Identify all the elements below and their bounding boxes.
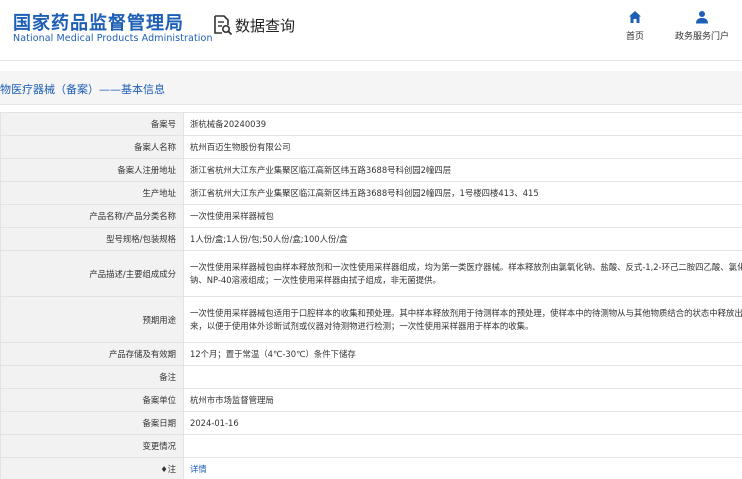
page-heading-text: 数据查询 xyxy=(235,16,296,35)
field-value xyxy=(183,365,742,389)
nav-home[interactable]: 首页 xyxy=(626,10,644,42)
pin-icon: ♦ xyxy=(160,465,168,474)
table-row: 备案人名称 杭州百迈生物股份有限公司 xyxy=(0,135,742,159)
field-label: 备注 xyxy=(0,365,184,389)
logo-cn[interactable]: 国家药品监督管理局 xyxy=(13,9,184,35)
field-value xyxy=(183,434,742,458)
field-label: 变更情况 xyxy=(0,434,184,458)
field-value: 12个月；置于常温（4℃-30℃）条件下储存 xyxy=(183,342,742,366)
field-value: 1人份/盒;1人份/包;50人份/盒;100人份/盒 xyxy=(183,227,742,251)
nav-service-portal[interactable]: 政务服务门户 xyxy=(675,10,729,42)
home-icon xyxy=(629,11,641,23)
table-row: 产品存储及有效期 12个月；置于常温（4℃-30℃）条件下储存 xyxy=(0,342,742,366)
field-value: 一次性使用采样器械包适用于口腔样本的收集和预处理。其中样本释放剂用于待测样本的预… xyxy=(183,296,742,343)
field-value: 一次性使用采样器械包 xyxy=(183,204,742,228)
field-label: 备案人名称 xyxy=(0,135,184,159)
table-row: 备案人注册地址 浙江省杭州大江东产业集聚区临江高新区纬五路3688号科创园2幢四… xyxy=(0,158,742,182)
details-link[interactable]: 详情 xyxy=(190,464,207,474)
table-row: 备案日期 2024-01-16 xyxy=(0,411,742,435)
field-value: 详情 xyxy=(183,457,742,479)
table-row: 备案单位 杭州市市场监督管理局 xyxy=(0,388,742,412)
field-label: 型号规格/包装规格 xyxy=(0,227,184,251)
field-label: 备案号 xyxy=(0,112,184,136)
field-label: 备案日期 xyxy=(0,411,184,435)
document-search-icon xyxy=(214,15,233,36)
table-row: ♦注 详情 xyxy=(0,457,742,479)
field-label-note: ♦注 xyxy=(0,457,184,479)
field-value: 一次性使用采样器械包由样本释放剂和一次性使用采样器组成，均为第一类医疗器械。样本… xyxy=(183,250,742,297)
table-row: 备案号 浙杭械备20240039 xyxy=(0,112,742,136)
user-icon xyxy=(696,11,708,24)
field-label: 备案人注册地址 xyxy=(0,158,184,182)
field-value: 浙杭械备20240039 xyxy=(183,112,742,136)
table-row: 型号规格/包装规格 1人份/盒;1人份/包;50人份/盒;100人份/盒 xyxy=(0,227,742,251)
field-value: 浙江省杭州大江东产业集聚区临江高新区纬五路3688号科创园2幢四层 xyxy=(183,158,742,182)
field-value: 杭州百迈生物股份有限公司 xyxy=(183,135,742,159)
section-header: 物医疗器械（备案）——基本信息 xyxy=(0,71,742,105)
nav-service-portal-label: 政务服务门户 xyxy=(675,32,730,42)
field-label: 生产地址 xyxy=(0,181,184,205)
site-header: 国家药品监督管理局 National Medical Products Admi… xyxy=(0,0,742,60)
section-title: 物医疗器械（备案）——基本信息 xyxy=(0,83,165,96)
field-value: 杭州市市场监督管理局 xyxy=(183,388,742,412)
table-row: 生产地址 浙江省杭州大江东产业集聚区临江高新区纬五路3688号科创园2幢四层，1… xyxy=(0,181,742,205)
field-label: 产品存储及有效期 xyxy=(0,342,184,366)
page-heading: 数据查询 xyxy=(213,14,295,36)
field-label-text: 注 xyxy=(167,464,176,474)
table-row: 预期用途 一次性使用采样器械包适用于口腔样本的收集和预处理。其中样本释放剂用于待… xyxy=(0,296,742,343)
field-label: 预期用途 xyxy=(0,296,184,343)
header-divider xyxy=(0,60,742,61)
logo-en[interactable]: National Medical Products Administration xyxy=(13,33,213,44)
record-detail-table: 备案号 浙杭械备20240039 备案人名称 杭州百迈生物股份有限公司 备案人注… xyxy=(0,112,742,479)
table-row: 产品名称/产品分类名称 一次性使用采样器械包 xyxy=(0,204,742,228)
field-value: 浙江省杭州大江东产业集聚区临江高新区纬五路3688号科创园2幢四层，1号楼四楼4… xyxy=(183,181,742,205)
table-row: 产品描述/主要组成成分 一次性使用采样器械包由样本释放剂和一次性使用采样器组成，… xyxy=(0,250,742,297)
field-value: 2024-01-16 xyxy=(183,411,742,435)
field-label: 产品描述/主要组成成分 xyxy=(0,250,184,297)
table-row: 变更情况 xyxy=(0,434,742,458)
field-label: 产品名称/产品分类名称 xyxy=(0,204,184,228)
nav-home-label: 首页 xyxy=(626,32,645,42)
table-row: 备注 xyxy=(0,365,742,389)
field-label: 备案单位 xyxy=(0,388,184,412)
